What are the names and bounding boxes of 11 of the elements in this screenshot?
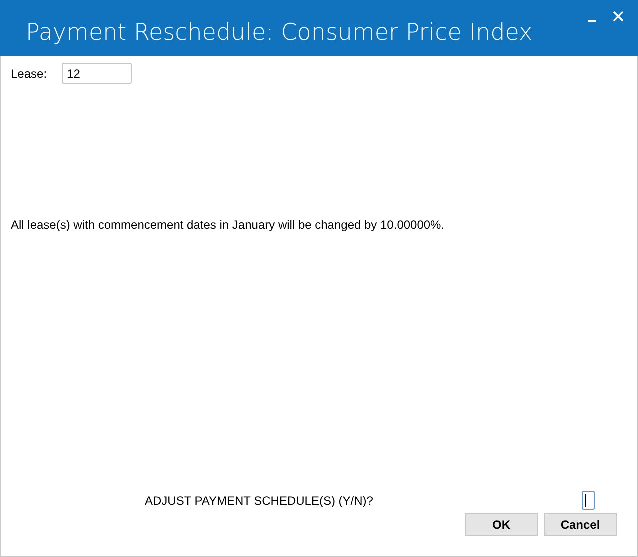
text-cursor-icon (585, 494, 586, 507)
minimize-icon (588, 20, 596, 22)
message-text: All lease(s) with commencement dates in January will be changed by 10.00000%. (11, 217, 446, 233)
answer-field[interactable] (582, 491, 596, 510)
lease-label: Lease: (11, 66, 48, 82)
window-title: Payment Reschedule: Consumer Price Index (26, 19, 533, 48)
lease-field[interactable]: 12 (62, 63, 132, 84)
prompt-label: ADJUST PAYMENT SCHEDULE(S) (Y/N)? (145, 492, 374, 510)
close-icon (612, 10, 624, 22)
cancel-button[interactable]: Cancel (544, 513, 617, 536)
ok-button[interactable]: OK (465, 513, 538, 536)
